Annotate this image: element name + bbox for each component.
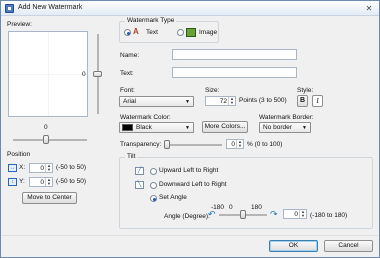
tilt-downward-radio[interactable] xyxy=(150,182,157,189)
position-label: Position xyxy=(7,151,31,158)
type-image-radio[interactable] xyxy=(177,29,184,36)
watermark-border-label: Watermark Border: xyxy=(259,114,314,121)
text-input[interactable] xyxy=(172,67,297,78)
preview-canvas xyxy=(8,31,88,117)
tilt-downward-label: Downward Left to Right xyxy=(159,181,227,188)
angle-max-label: 180 xyxy=(251,204,262,211)
close-button[interactable]: ✕ xyxy=(363,3,375,14)
preview-label: Preview: xyxy=(7,21,32,28)
tilt-upward-label: Upward Left to Right xyxy=(159,167,219,174)
font-label: Font: xyxy=(120,87,135,94)
text-watermark-icon: A xyxy=(133,27,139,36)
add-watermark-dialog: Add New Watermark ✕ Preview: 0 0 Positio… xyxy=(0,0,380,258)
move-horizontal-icon: ↔ xyxy=(8,164,17,172)
more-colors-button[interactable]: More Colors... xyxy=(202,121,248,133)
name-label: Name: xyxy=(120,52,140,59)
transparency-stepper[interactable]: 0 ▲ ▼ xyxy=(226,139,244,149)
window-title: Add New Watermark xyxy=(18,4,83,11)
title-bar: Add New Watermark ✕ xyxy=(1,1,379,16)
border-select[interactable]: No border ▼ xyxy=(259,122,311,133)
stepper-arrows-icon[interactable]: ▲ ▼ xyxy=(45,164,52,172)
app-icon xyxy=(5,4,14,13)
stepper-arrows-icon[interactable]: ▲ ▼ xyxy=(299,210,306,218)
move-to-center-button[interactable]: Move to Center xyxy=(22,192,77,204)
stepper-arrows-icon[interactable]: ▲ ▼ xyxy=(45,178,52,186)
font-select[interactable]: Arial ▼ xyxy=(119,96,194,107)
transparency-range: % (0 to 100) xyxy=(247,141,283,148)
preview-horizontal-slider-track xyxy=(13,139,87,141)
transparency-slider-track xyxy=(164,144,222,146)
size-stepper[interactable]: 72 ▲ ▼ xyxy=(205,96,236,106)
style-label: Style: xyxy=(297,87,314,94)
tilt-downward-icon: ╲ xyxy=(135,181,144,189)
y-stepper[interactable]: 0 ▲ ▼ xyxy=(29,177,53,187)
angle-label: Angle (Degree): xyxy=(164,213,210,220)
preview-horizontal-value: 0 xyxy=(44,124,48,131)
footer-divider xyxy=(2,235,378,236)
angle-slider-thumb[interactable] xyxy=(240,210,246,219)
italic-button[interactable]: I xyxy=(312,95,323,107)
type-text-radio[interactable] xyxy=(124,29,131,36)
tilt-set-angle-radio[interactable] xyxy=(150,195,157,202)
y-label: Y: xyxy=(19,178,25,185)
stepper-arrows-icon[interactable]: ▲ ▼ xyxy=(236,140,243,148)
stepper-arrows-icon[interactable]: ▲ ▼ xyxy=(228,97,235,105)
x-stepper[interactable]: 0 ▲ ▼ xyxy=(29,163,53,173)
angle-mid-label: 0 xyxy=(229,204,233,211)
color-select[interactable]: Black ▼ xyxy=(119,122,194,133)
x-range: (-50 to 50) xyxy=(56,164,86,171)
type-text-label: Text xyxy=(146,29,158,36)
chevron-down-icon: ▼ xyxy=(185,99,190,105)
chevron-down-icon: ▼ xyxy=(302,125,307,131)
preview-vertical-slider-thumb[interactable] xyxy=(93,71,102,77)
chevron-down-icon: ▼ xyxy=(185,125,190,131)
text-label: Text: xyxy=(120,70,134,77)
tilt-label: Tilt xyxy=(125,153,138,161)
cancel-button[interactable]: Cancel xyxy=(324,240,373,252)
y-range: (-50 to 50) xyxy=(56,178,86,185)
color-swatch xyxy=(122,124,133,131)
size-label: Size: xyxy=(205,87,220,94)
bold-button[interactable]: B xyxy=(297,95,308,107)
size-range: Points (3 to 500) xyxy=(239,97,287,104)
image-watermark-icon xyxy=(186,28,196,37)
transparency-slider-thumb[interactable] xyxy=(164,140,170,149)
name-input[interactable] xyxy=(172,49,297,60)
angle-stepper[interactable]: 0 ▲ ▼ xyxy=(283,209,307,219)
tilt-upward-icon: ╱ xyxy=(135,167,144,175)
watermark-type-label: Watermark Type xyxy=(125,17,177,25)
rotate-right-icon: ↷ xyxy=(270,209,278,219)
move-vertical-icon: ↕ xyxy=(8,178,17,186)
tilt-upward-radio[interactable] xyxy=(150,168,157,175)
ok-button[interactable]: OK xyxy=(269,240,318,252)
preview-vertical-value: 0 xyxy=(82,71,86,78)
type-image-label: Image xyxy=(199,29,218,36)
x-label: X: xyxy=(19,164,26,171)
tilt-set-angle-label: Set Angle xyxy=(159,194,187,201)
transparency-label: Transparency: xyxy=(120,141,162,148)
rotate-left-icon: ↶ xyxy=(208,209,216,219)
preview-horizontal-slider-thumb[interactable] xyxy=(43,135,49,144)
watermark-color-label: Watermark Color: xyxy=(120,114,171,121)
angle-range: (-180 to 180) xyxy=(310,212,348,219)
